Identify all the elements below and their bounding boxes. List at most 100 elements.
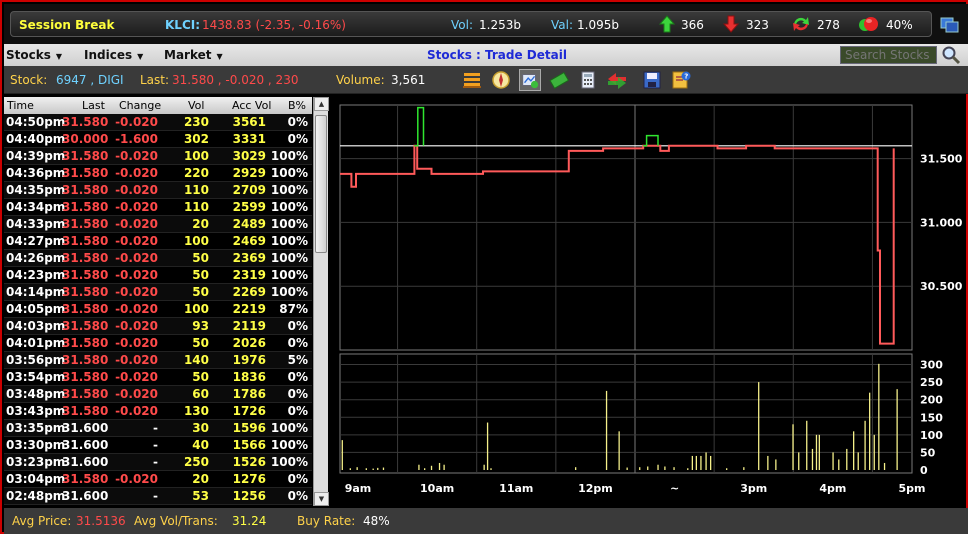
table-row[interactable]: 04:27pm 31.580 -0.020 100 2469 100% [4,233,312,250]
cell-acc-vol: 1276 [232,472,266,486]
table-row[interactable]: 04:36pm 31.580 -0.020 220 2929 100% [4,165,312,182]
volume-label: Volume: [336,73,385,87]
cell-vol: 20 [192,217,209,231]
cell-buy-percent: 100% [270,183,308,197]
col-buy-percent[interactable]: B% [288,99,306,112]
unchanged-arrows-icon [793,17,809,31]
cell-vol: 250 [183,455,209,469]
table-row[interactable]: 04:50pm 31.580 -0.020 230 3561 0% [4,114,312,131]
market-val-label: Val: [551,18,574,32]
cell-acc-vol: 1786 [232,387,266,401]
help-icon[interactable]: ? [670,69,692,91]
col-last[interactable]: Last [82,99,105,112]
cell-buy-percent: 100% [270,421,308,435]
menu-market-label: Market [164,48,212,62]
menu-market[interactable]: Market ▼ [164,48,223,62]
cell-time: 02:48pm [6,489,66,503]
save-icon[interactable] [641,69,663,91]
table-row[interactable]: 03:48pm 31.580 -0.020 60 1786 0% [4,386,312,403]
table-row[interactable]: 04:39pm 31.580 -0.020 100 3029 100% [4,148,312,165]
cell-vol: 100 [183,149,209,163]
table-row[interactable]: 04:33pm 31.580 -0.020 20 2489 100% [4,216,312,233]
table-row[interactable]: 03:23pm 31.600 - 250 1526 100% [4,454,312,471]
cell-last: 31.580 [62,200,109,214]
col-change[interactable]: Change [119,99,161,112]
session-status: Session Break [19,18,115,32]
market-vol-label: Vol: [451,18,473,32]
cell-buy-percent: 0% [287,132,308,146]
cell-time: 03:43pm [6,404,66,418]
col-acc-vol[interactable]: Acc Vol [232,99,271,112]
table-row[interactable]: 03:54pm 31.580 -0.020 50 1836 0% [4,369,312,386]
table-row[interactable]: 04:05pm 31.580 -0.020 100 2219 87% [4,301,312,318]
chevron-down-icon: ▼ [55,52,63,61]
col-vol[interactable]: Vol [188,99,204,112]
windows-icon[interactable] [939,16,959,34]
buy-sell-icon[interactable] [606,69,628,91]
table-row[interactable]: 03:43pm 31.580 -0.020 130 1726 0% [4,403,312,420]
chevron-down-icon: ▼ [216,52,223,61]
cell-acc-vol: 1256 [232,489,266,503]
table-row[interactable]: 04:03pm 31.580 -0.020 93 2119 0% [4,318,312,335]
scroll-down-icon[interactable]: ▼ [314,492,329,506]
cell-time: 04:50pm [6,115,66,129]
table-row[interactable]: 04:35pm 31.580 -0.020 110 2709 100% [4,182,312,199]
cell-buy-percent: 0% [287,387,308,401]
cell-buy-percent: 0% [287,489,308,503]
cell-acc-vol: 2219 [232,302,266,316]
trade-detail-icon[interactable] [519,69,541,91]
cell-buy-percent: 100% [270,217,308,231]
cell-time: 04:27pm [6,234,66,248]
menu-indices[interactable]: Indices ▼ [84,48,143,62]
avg-price-value: 31.5136 [76,514,126,528]
table-row[interactable]: 03:04pm 31.580 -0.020 20 1276 0% [4,471,312,488]
table-row[interactable]: 04:34pm 31.580 -0.020 110 2599 100% [4,199,312,216]
money-icon[interactable] [548,69,570,91]
cell-time: 04:39pm [6,149,66,163]
cell-time: 04:23pm [6,268,66,282]
col-time[interactable]: Time [7,99,34,112]
cell-acc-vol: 2929 [232,166,266,180]
stock-info-bar: Stock: 6947 , DIGI Last: 31.580 , -0.020… [4,66,968,94]
scrollbar[interactable]: ▲ ▼ [313,97,329,506]
table-row[interactable]: 04:23pm 31.580 -0.020 50 2319 100% [4,267,312,284]
menu-stocks[interactable]: Stocks ▼ [6,48,62,62]
cell-acc-vol: 1836 [232,370,266,384]
cell-acc-vol: 2369 [232,251,266,265]
scroll-up-icon[interactable]: ▲ [314,97,329,111]
cell-change: -0.020 [115,268,158,282]
calculator-icon[interactable] [577,69,599,91]
cell-vol: 20 [192,472,209,486]
cell-acc-vol: 2319 [232,268,266,282]
search-icon[interactable] [941,45,961,65]
table-row[interactable]: 03:30pm 31.600 - 40 1566 100% [4,437,312,454]
table-row[interactable]: 02:48pm 31.600 - 53 1256 0% [4,488,312,505]
cell-time: 04:36pm [6,166,66,180]
table-row[interactable]: 04:01pm 31.580 -0.020 50 2026 0% [4,335,312,352]
scrollbar-thumb[interactable] [315,115,327,253]
table-row[interactable]: 03:35pm 31.600 - 30 1596 100% [4,420,312,437]
cell-last: 31.580 [62,472,109,486]
table-row[interactable]: 04:26pm 31.580 -0.020 50 2369 100% [4,250,312,267]
table-row[interactable]: 04:14pm 31.580 -0.020 50 2269 100% [4,284,312,301]
time-tick-label: ~ [670,482,679,495]
search-input[interactable] [840,46,937,64]
time-tick-label: 10am [420,482,454,495]
time-tick-label: 9am [345,482,372,495]
cell-acc-vol: 2026 [232,336,266,350]
stock-list-icon[interactable] [461,69,483,91]
cell-last: 31.580 [62,319,109,333]
cell-change: -0.020 [115,472,158,486]
time-tick-label: 12pm [578,482,613,495]
table-row[interactable]: 03:56pm 31.580 -0.020 140 1976 5% [4,352,312,369]
cell-acc-vol: 2709 [232,183,266,197]
cell-time: 03:56pm [6,353,66,367]
cell-time: 04:14pm [6,285,66,299]
cell-change: - [153,421,158,435]
table-row[interactable]: 04:40pm 30.000 -1.600 302 3331 0% [4,131,312,148]
cell-buy-percent: 0% [287,319,308,333]
cell-last: 31.580 [62,370,109,384]
cell-acc-vol: 2599 [232,200,266,214]
compass-icon[interactable] [490,69,512,91]
price-tick-label: 31.000 [920,216,963,229]
